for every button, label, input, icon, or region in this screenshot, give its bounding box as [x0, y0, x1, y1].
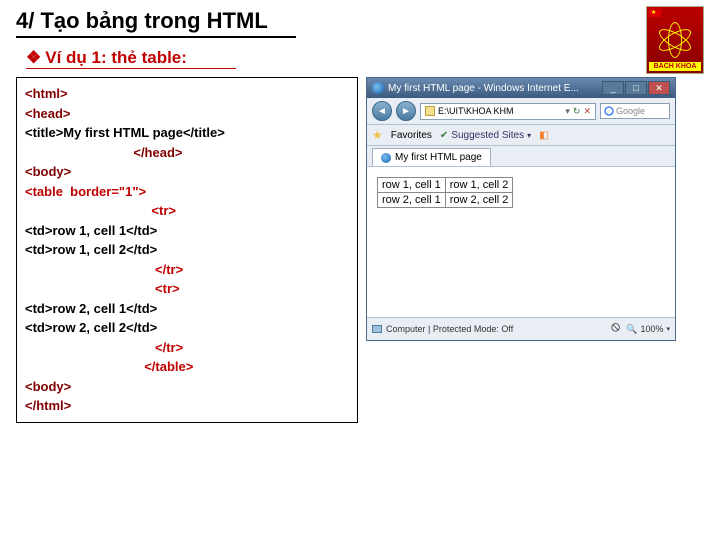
code-line: <td>row 2, cell 1</td>	[25, 299, 349, 319]
table-row: row 2, cell 1row 2, cell 2	[378, 193, 513, 208]
slide-title: 4/ Tạo bảng trong HTML	[16, 8, 296, 38]
browser-titlebar: My first HTML page - Windows Internet E.…	[367, 78, 675, 98]
table-cell: row 2, cell 1	[378, 193, 446, 208]
web-slice[interactable]: ◧	[539, 130, 548, 141]
code-line: </table>	[25, 357, 349, 377]
table-row: row 1, cell 1row 1, cell 2	[378, 178, 513, 193]
code-line: <td>row 1, cell 1</td>	[25, 221, 349, 241]
subtitle-text: Ví dụ 1: thẻ table:	[45, 48, 187, 67]
table-cell: row 1, cell 2	[445, 178, 513, 193]
code-line: <body>	[25, 377, 349, 397]
close-button[interactable]: ✕	[648, 81, 670, 95]
code-line: </tr>	[25, 260, 349, 280]
code-line: <title>My first HTML page</title>	[25, 123, 349, 143]
computer-icon	[372, 325, 382, 333]
suggested-sites[interactable]: ✔ Suggested Sites ▾	[440, 130, 531, 141]
code-line: <table border="1">	[25, 182, 349, 202]
star-icon[interactable]: ★	[372, 128, 383, 142]
address-bar[interactable]: E:\UIT\KHOA KHM ▾ ↻ ✕	[420, 103, 596, 120]
tab-bar: My first HTML page	[367, 146, 675, 167]
code-line: <tr>	[25, 201, 349, 221]
search-box[interactable]: Google	[600, 103, 670, 119]
zoom-value: 100%	[640, 324, 663, 334]
window-title: My first HTML page - Windows Internet E.…	[388, 83, 579, 94]
browser-tab[interactable]: My first HTML page	[372, 148, 491, 166]
zoom-icon: 🔍	[626, 324, 637, 335]
ie-icon	[372, 82, 384, 94]
tab-label: My first HTML page	[395, 152, 482, 163]
code-line: <body>	[25, 162, 349, 182]
bachkhoa-logo: BACH KHOA	[646, 6, 704, 74]
google-icon	[604, 106, 614, 116]
forward-button[interactable]: ►	[396, 101, 416, 121]
status-text: Computer | Protected Mode: Off	[386, 324, 513, 334]
search-placeholder: Google	[616, 106, 645, 116]
page-content: row 1, cell 1row 1, cell 2row 2, cell 1r…	[367, 167, 675, 317]
address-text: E:\UIT\KHOA KHM	[438, 106, 514, 116]
code-line: </head>	[25, 143, 349, 163]
back-button[interactable]: ◄	[372, 101, 392, 121]
atom-icon	[657, 22, 693, 58]
minimize-button[interactable]: _	[602, 81, 624, 95]
code-line: <head>	[25, 104, 349, 124]
favorites-label[interactable]: Favorites	[391, 130, 432, 141]
tab-icon	[381, 153, 391, 163]
security-icon[interactable]: 🛇	[611, 321, 620, 337]
nav-toolbar: ◄ ► E:\UIT\KHOA KHM ▾ ↻ ✕ Google	[367, 98, 675, 125]
folder-icon	[425, 106, 435, 116]
code-line: <tr>	[25, 279, 349, 299]
slide-subtitle: ❖Ví dụ 1: thẻ table:	[26, 48, 236, 69]
code-line: <html>	[25, 84, 349, 104]
favorites-bar: ★ Favorites ✔ Suggested Sites ▾ ◧	[367, 125, 675, 146]
browser-window: My first HTML page - Windows Internet E.…	[366, 77, 676, 341]
code-line: <td>row 1, cell 2</td>	[25, 240, 349, 260]
vn-flag-icon	[649, 9, 661, 17]
bullet-icon: ❖	[26, 48, 41, 67]
code-example: <html><head><title>My first HTML page</t…	[16, 77, 358, 423]
code-line: <td>row 2, cell 2</td>	[25, 318, 349, 338]
result-table: row 1, cell 1row 1, cell 2row 2, cell 1r…	[377, 177, 513, 208]
code-line: </html>	[25, 396, 349, 416]
logo-label: BACH KHOA	[649, 62, 701, 71]
zoom-control[interactable]: 🔍 100% ▾	[626, 324, 670, 335]
table-cell: row 2, cell 2	[445, 193, 513, 208]
code-line: </tr>	[25, 338, 349, 358]
status-bar: Computer | Protected Mode: Off 🛇 🔍 100% …	[367, 317, 675, 340]
table-cell: row 1, cell 1	[378, 178, 446, 193]
maximize-button[interactable]: □	[625, 81, 647, 95]
